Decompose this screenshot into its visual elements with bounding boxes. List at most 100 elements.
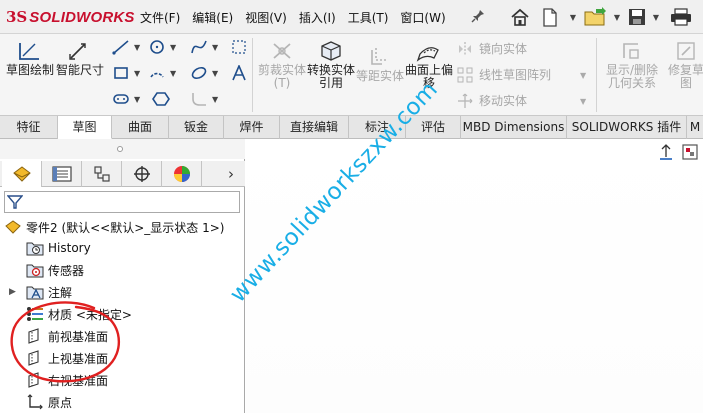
tree-item-right-plane[interactable]: 右视基准面 [26,370,108,390]
linear-pattern-button[interactable]: 线性草图阵列 [457,66,551,83]
linear-pattern-label: 线性草图阵列 [479,68,552,82]
repair-sketch-button[interactable]: 修复草图 [666,40,703,90]
convert-entities-button[interactable]: 转换实体引用 [307,40,355,90]
menu-file[interactable]: 文件(F) [140,9,180,26]
tab-sheet-metal[interactable]: 钣金 [169,116,224,139]
configuration-manager-icon[interactable] [82,161,122,187]
circle-icon[interactable] [146,38,168,56]
tree-item-label: 传感器 [48,263,85,278]
feature-manager-panel: › 零件2 (默认<<默认>_显示状态 1>) History 传感器 ▶ 注解… [0,139,245,413]
move-dropdown-caret[interactable]: ▼ [580,97,586,106]
circle-dropdown-caret[interactable]: ▼ [170,43,176,52]
tree-item-front-plane[interactable]: 前视基准面 [26,326,108,346]
tree-item-origin[interactable]: 原点 [26,392,72,412]
linear-pattern-icon [457,67,473,83]
sketch-button[interactable]: 草图绘制 [6,40,54,77]
line-dropdown-caret[interactable]: ▼ [134,43,140,52]
filter-icon[interactable] [6,194,24,213]
tree-item-top-plane[interactable]: 上视基准面 [26,348,108,368]
arc-icon[interactable] [146,64,168,82]
view-orientation-icon[interactable] [657,143,675,164]
slot-dropdown-caret[interactable]: ▼ [134,95,140,104]
polygon-icon[interactable] [150,90,172,108]
menu-edit[interactable]: 编辑(E) [192,9,233,26]
tree-item-history[interactable]: History [26,238,91,258]
trim-entities-label: 剪裁实体(T) [257,63,306,90]
tree-item-label: 原点 [48,395,73,410]
tree-expand-annotations[interactable]: ▶ [9,287,16,297]
new-dropdown-caret[interactable]: ▼ [568,6,578,28]
rectangle-dropdown-caret[interactable]: ▼ [134,69,140,78]
tab-weldments[interactable]: 焊件 [224,116,280,139]
menu-view[interactable]: 视图(V) [245,9,287,26]
tab-solidworks-addins[interactable]: SOLIDWORKS 插件 [567,116,687,139]
tree-item-label: 前视基准面 [48,329,109,344]
splitter-handle[interactable] [117,146,123,152]
solidworks-logo[interactable]: 3S SOLIDWORKS [6,8,135,26]
offset-entities-button[interactable]: 等距实体 [356,46,404,83]
rectangle-icon[interactable] [110,64,132,82]
panel-splitter[interactable] [0,139,245,159]
display-manager-icon[interactable] [162,161,202,187]
text-icon[interactable] [228,64,250,82]
move-icon [457,93,473,109]
sketch-icon [19,43,39,60]
new-document-icon[interactable] [540,6,560,28]
menu-window[interactable]: 窗口(W) [400,9,445,26]
tree-item-label: 材质 <未指定> [48,307,132,322]
move-entities-button[interactable]: 移动实体 [457,92,527,109]
repair-sketch-label: 修复草图 [667,63,703,90]
open-icon[interactable] [583,6,609,28]
mirror-entities-button[interactable]: 镜向实体 [457,40,527,57]
line-icon[interactable] [110,38,132,56]
trim-icon [273,43,291,59]
smart-dimension-button[interactable]: 智能尺寸 [56,40,104,77]
linear-pattern-dropdown-caret[interactable]: ▼ [580,71,586,80]
menu-insert[interactable]: 插入(I) [299,9,336,26]
display-style-icon[interactable] [681,143,699,164]
origin-icon [26,393,44,411]
save-dropdown-caret[interactable]: ▼ [651,6,661,28]
arc-dropdown-caret[interactable]: ▼ [170,69,176,78]
spline-dropdown-caret[interactable]: ▼ [212,43,218,52]
ellipse-dropdown-caret[interactable]: ▼ [212,69,218,78]
print-icon[interactable] [668,6,694,28]
tree-item-sensors[interactable]: 传感器 [26,260,84,280]
tab-direct-editing[interactable]: 直接编辑 [280,116,349,139]
menu-tools[interactable]: 工具(T) [348,9,389,26]
repair-sketch-icon [677,42,695,60]
ribbon-separator [252,38,253,112]
command-manager-tabs: 特征 草图 曲面 钣金 焊件 直接编辑 标注 评估 MBD Dimensions… [0,116,703,139]
tree-item-material[interactable]: 材质 <未指定> [26,304,132,324]
graphics-area[interactable] [246,139,703,413]
home-icon[interactable] [508,6,532,28]
property-manager-icon[interactable] [42,161,82,187]
pin-icon[interactable] [471,9,485,27]
display-delete-relations-button[interactable]: 显示/删除几何关系 [601,40,663,90]
save-icon[interactable] [626,6,648,28]
slot-icon[interactable] [110,90,132,108]
panel-tabs-scroll-right[interactable]: › [218,161,244,187]
dimxpert-icon[interactable] [122,161,162,187]
construction-geometry-icon[interactable] [228,38,250,56]
tree-item-annotations[interactable]: 注解 [26,282,72,302]
tree-part-root[interactable]: 零件2 (默认<<默认>_显示状态 1>) [4,217,224,237]
spline-icon[interactable] [188,38,210,56]
fillet-icon[interactable] [188,90,210,108]
open-dropdown-caret[interactable]: ▼ [612,6,622,28]
tab-mbd-dimensions[interactable]: MBD Dimensions [461,116,567,139]
tab-surfaces[interactable]: 曲面 [112,116,169,139]
tree-item-label: 右视基准面 [48,373,109,388]
display-delete-relations-label: 显示/删除几何关系 [605,63,659,90]
trim-entities-button[interactable]: 剪裁实体(T) [257,40,307,90]
feature-manager-icon[interactable] [2,161,42,187]
offset-entities-icon [371,48,386,65]
fillet-dropdown-caret[interactable]: ▼ [212,95,218,104]
tab-features[interactable]: 特征 [0,116,58,139]
tree-filter[interactable] [4,191,240,213]
history-folder-icon [26,239,44,257]
ellipse-icon[interactable] [188,64,210,82]
tab-sketch[interactable]: 草图 [58,116,112,139]
menu-bar: 文件(F) 编辑(E) 视图(V) 插入(I) 工具(T) 窗口(W) [140,9,458,26]
tab-more[interactable]: M [687,116,703,139]
